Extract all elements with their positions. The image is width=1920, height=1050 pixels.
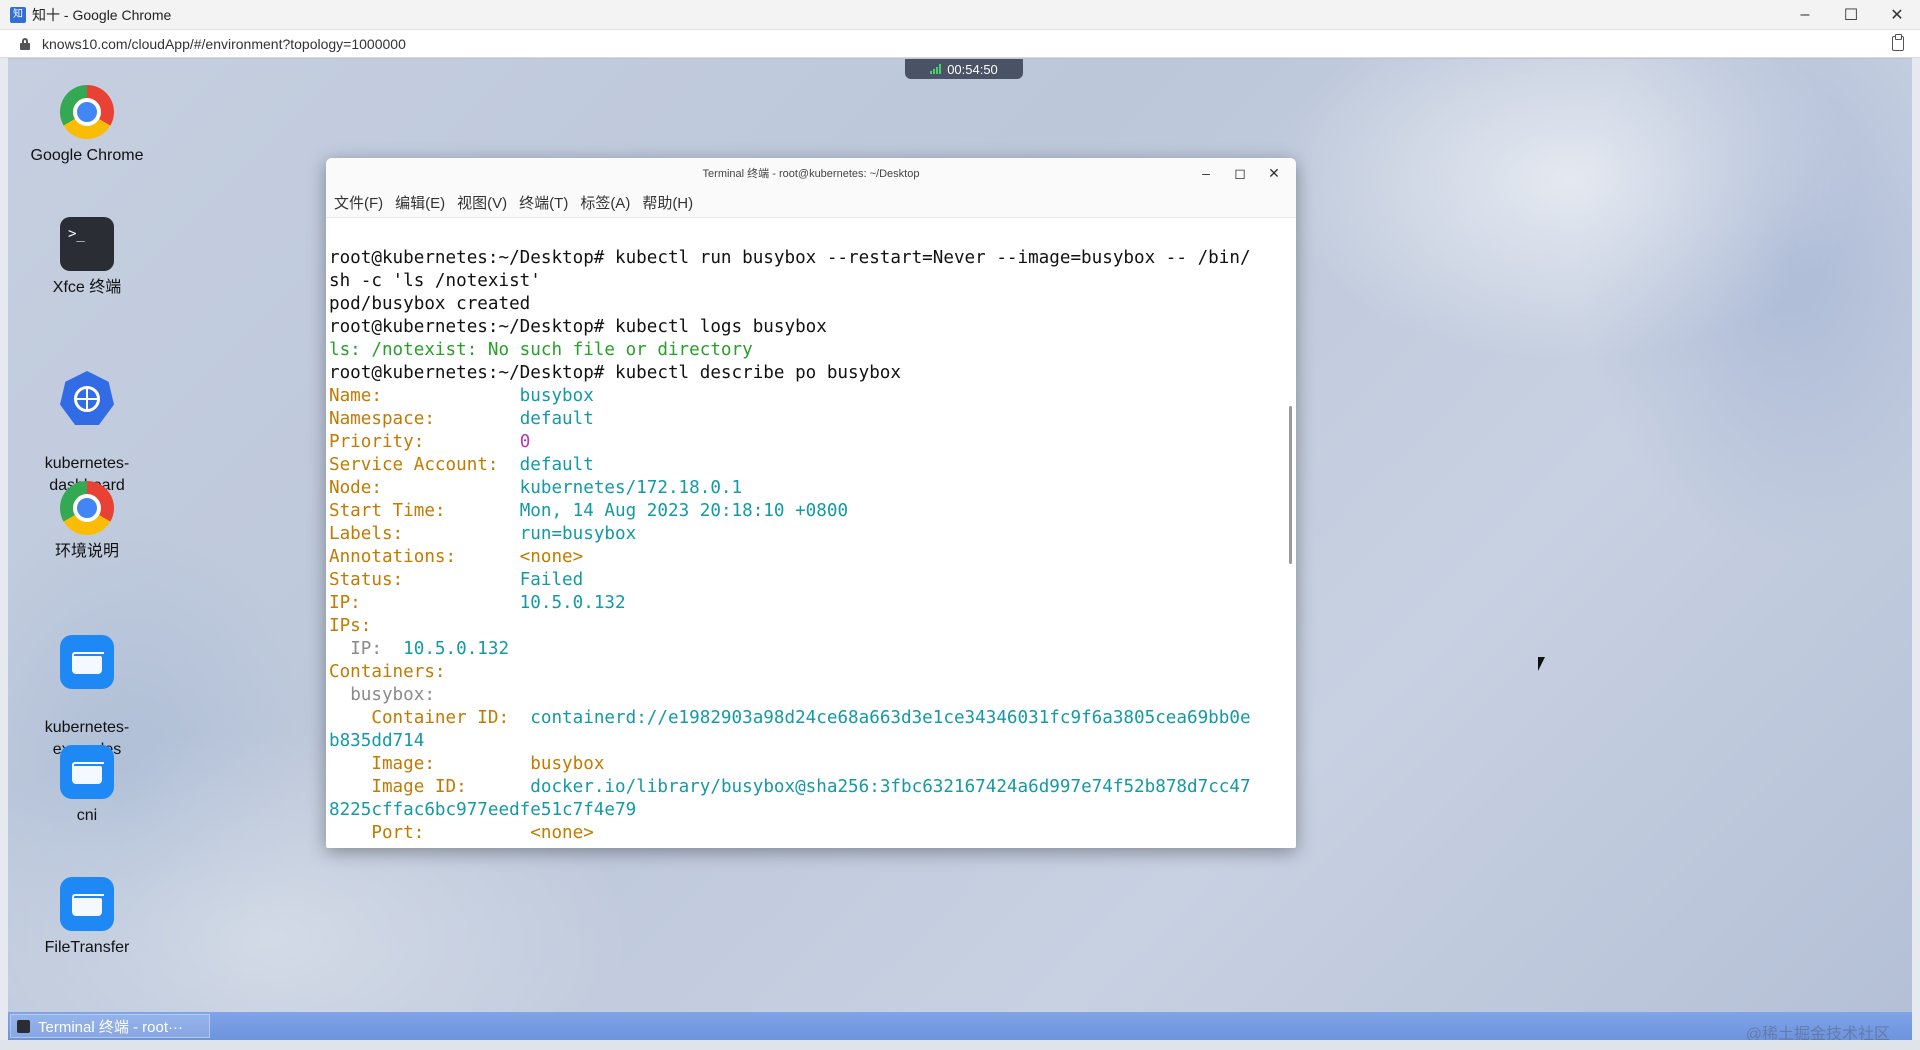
session-timer[interactable]: 00:54:50 (905, 59, 1023, 79)
terminal-titlebar[interactable]: Terminal 终端 - root@kubernetes: ~/Desktop… (326, 158, 1296, 188)
describe-value: 10.5.0.132 (519, 593, 626, 613)
terminal-scrollbar[interactable] (1289, 406, 1292, 564)
terminal-line-error: ls: /notexist: No such file or directory (329, 340, 753, 360)
describe-value: 8225cffac6bc977eedfe51c7f4e79 (329, 800, 637, 820)
describe-value: run=busybox (519, 524, 637, 544)
menu-view[interactable]: 视图(V) (457, 192, 507, 213)
bottom-frame (0, 1040, 1920, 1050)
session-timer-text: 00:54:50 (947, 61, 998, 77)
describe-key: Namespace: (329, 409, 435, 429)
browser-window-title: 知十 - Google Chrome (32, 6, 172, 23)
left-frame (0, 58, 8, 1040)
terminal-line: root@kubernetes:~/Desktop# kubectl logs … (329, 317, 827, 337)
desktop-icon-label: cni (76, 807, 98, 824)
describe-key: Annotations: (329, 547, 457, 567)
describe-value: default (519, 409, 594, 429)
address-bar[interactable]: knows10.com/cloudApp/#/environment?topol… (0, 30, 1920, 58)
desktop-icon-label: 环境说明 (54, 543, 119, 560)
terminal-minimize-button[interactable]: – (1196, 165, 1216, 181)
desktop-icon-xfce-terminal[interactable]: >_ Xfce 终端 (22, 217, 152, 299)
terminal-line: root@kubernetes:~/Desktop# kubectl run b… (329, 248, 1251, 268)
desktop-icon-filetransfer[interactable]: FileTransfer (22, 877, 152, 959)
describe-key: Containers: (329, 662, 446, 682)
browser-maximize-button[interactable]: ☐ (1828, 0, 1874, 30)
terminal-line: root@kubernetes:~/Desktop# kubectl descr… (329, 363, 901, 383)
describe-value: docker.io/library/busybox@sha256:3fbc632… (530, 777, 1251, 797)
describe-value: b835dd714 (329, 731, 425, 751)
taskbar-item-label: Terminal 终端 - root··· (38, 1018, 184, 1036)
desktop-icon-google-chrome[interactable]: Google Chrome (22, 85, 152, 167)
menu-tabs[interactable]: 标签(A) (580, 192, 630, 213)
folder-icon (60, 635, 114, 689)
describe-value: busybox (519, 386, 594, 406)
menu-help[interactable]: 帮助(H) (642, 192, 693, 213)
describe-value: 0 (519, 432, 531, 452)
describe-key: Image: (371, 754, 435, 774)
describe-key: Service Account: (329, 455, 499, 475)
terminal-close-button[interactable]: ✕ (1264, 165, 1284, 182)
terminal-icon: >_ (60, 217, 114, 271)
terminal-icon (17, 1019, 30, 1033)
terminal-maximize-button[interactable]: ◻ (1230, 165, 1250, 182)
taskbar-item-terminal[interactable]: Terminal 终端 - root··· (10, 1014, 210, 1038)
desktop-icon-cni[interactable]: cni (22, 745, 152, 827)
describe-value: containerd://e1982903a98d24ce68a663d3e1c… (530, 708, 1251, 728)
browser-minimize-button[interactable]: – (1782, 0, 1828, 30)
describe-key: Port: (371, 823, 425, 843)
describe-value: Mon, 14 Aug 2023 20:18:10 +0800 (519, 501, 849, 521)
signal-strength-icon (930, 64, 942, 74)
describe-key: Priority: (329, 432, 425, 452)
describe-key: Labels: (329, 524, 404, 544)
remote-desktop: 00:54:50 Google Chrome >_ Xfce 终端 kubern… (8, 59, 1912, 1012)
desktop-icon-label: Google Chrome (30, 147, 144, 164)
describe-value: <none> (530, 823, 594, 843)
folder-icon (60, 745, 114, 799)
describe-value: 10.5.0.132 (403, 639, 510, 659)
mouse-pointer-icon (1538, 657, 1545, 671)
right-frame (1912, 58, 1920, 1040)
describe-key: Name: (329, 386, 382, 406)
describe-key: Container ID: (371, 708, 510, 728)
desktop-icon-env-docs[interactable]: 环境说明 (22, 481, 152, 563)
describe-key: IPs: (329, 616, 372, 636)
describe-key: Node: (329, 478, 382, 498)
url-text[interactable]: knows10.com/cloudApp/#/environment?topol… (42, 36, 406, 52)
terminal-title: Terminal 终端 - root@kubernetes: ~/Desktop (702, 168, 920, 180)
browser-titlebar: 知 知十 - Google Chrome – ☐ ✕ (0, 0, 1920, 30)
clipboard-icon[interactable] (1892, 34, 1904, 51)
terminal-line: pod/busybox created (329, 294, 531, 314)
menu-file[interactable]: 文件(F) (334, 192, 383, 213)
describe-value: kubernetes/172.18.0.1 (519, 478, 743, 498)
menu-edit[interactable]: 编辑(E) (395, 192, 445, 213)
browser-window-controls: – ☐ ✕ (1782, 0, 1920, 30)
desktop-icon-label: Xfce 终端 (52, 279, 122, 296)
terminal-window-controls: – ◻ ✕ (1196, 158, 1284, 188)
describe-value: Failed (519, 570, 584, 590)
describe-key: Status: (329, 570, 404, 590)
describe-key: Start Time: (329, 501, 446, 521)
terminal-line: sh -c 'ls /notexist' (329, 271, 541, 291)
folder-icon (60, 877, 114, 931)
terminal-menubar: 文件(F) 编辑(E) 视图(V) 终端(T) 标签(A) 帮助(H) (326, 188, 1296, 218)
lock-icon[interactable] (20, 37, 30, 50)
menu-terminal[interactable]: 终端(T) (519, 192, 568, 213)
describe-key: Image ID: (371, 777, 467, 797)
chrome-icon (60, 481, 114, 535)
kubernetes-icon (60, 371, 114, 425)
describe-value: busybox (530, 754, 605, 774)
container-name: busybox: (350, 685, 435, 705)
describe-key: IP: (329, 593, 361, 613)
describe-value: default (519, 455, 594, 475)
describe-value: <none> (519, 547, 584, 567)
terminal-window[interactable]: Terminal 终端 - root@kubernetes: ~/Desktop… (326, 158, 1296, 848)
terminal-output[interactable]: root@kubernetes:~/Desktop# kubectl run b… (326, 219, 1284, 848)
browser-close-button[interactable]: ✕ (1874, 0, 1920, 30)
desktop-icon-label: FileTransfer (44, 939, 130, 956)
chrome-icon (60, 85, 114, 139)
taskbar: Terminal 终端 - root··· (8, 1012, 1912, 1040)
site-favicon-icon: 知 (10, 6, 26, 23)
describe-key: IP: (350, 639, 382, 659)
